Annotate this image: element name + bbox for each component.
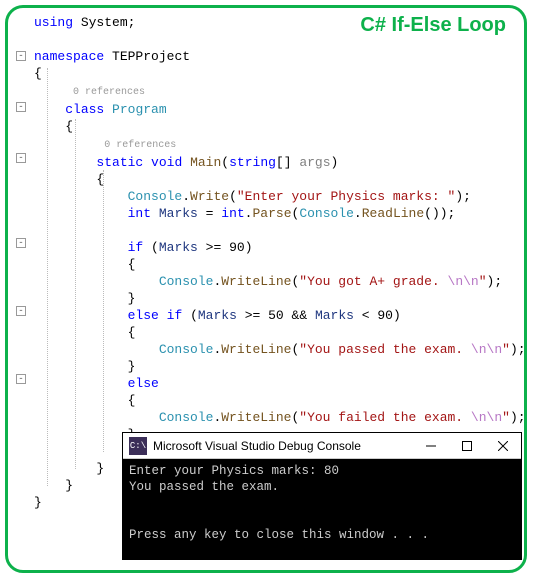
fold-box[interactable]: - bbox=[16, 306, 26, 316]
console-window-title: Microsoft Visual Studio Debug Console bbox=[153, 439, 413, 453]
fold-box[interactable]: - bbox=[16, 153, 26, 163]
minimize-button[interactable] bbox=[413, 433, 449, 459]
fold-box[interactable]: - bbox=[16, 374, 26, 384]
fold-box[interactable]: - bbox=[16, 51, 26, 61]
main-frame: C# If-Else Loop - - - - - - using System… bbox=[5, 5, 527, 573]
debug-console-window: C:\ Microsoft Visual Studio Debug Consol… bbox=[122, 432, 522, 560]
outline-gutter: - - - - - - bbox=[14, 14, 30, 564]
fold-box[interactable]: - bbox=[16, 102, 26, 112]
console-app-icon: C:\ bbox=[129, 437, 147, 455]
console-titlebar[interactable]: C:\ Microsoft Visual Studio Debug Consol… bbox=[123, 433, 521, 459]
close-button[interactable] bbox=[485, 433, 521, 459]
maximize-button[interactable] bbox=[449, 433, 485, 459]
fold-box[interactable]: - bbox=[16, 238, 26, 248]
console-output: Enter your Physics marks: 80 You passed … bbox=[123, 459, 521, 547]
